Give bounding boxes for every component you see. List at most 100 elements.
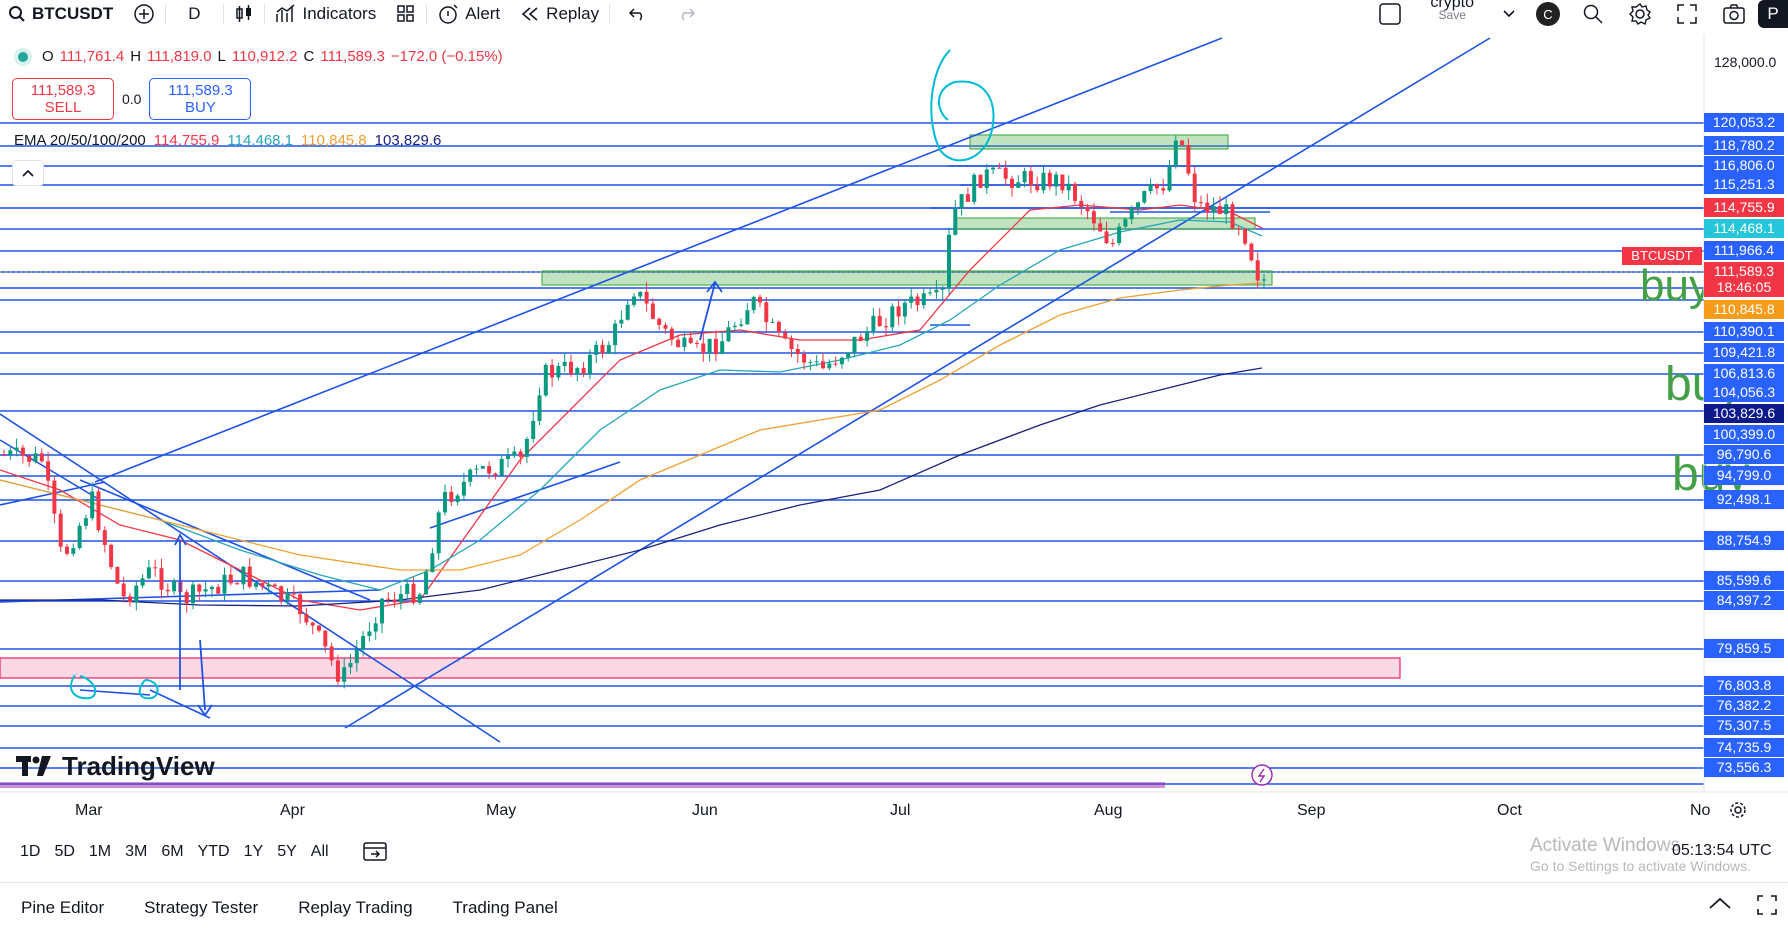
candle-body (556, 365, 561, 378)
candle-body (1010, 178, 1014, 188)
candle-body (1028, 171, 1033, 186)
chevron-up-icon (22, 169, 34, 177)
layout-checkbox[interactable] (1368, 2, 1412, 26)
clock[interactable]: 05:13:54 UTC (1672, 842, 1772, 860)
candle-body (783, 332, 788, 339)
publish-button[interactable]: P (1758, 0, 1788, 28)
tab-trading-panel[interactable]: Trading Panel (453, 898, 558, 918)
candle-body (474, 468, 479, 470)
price-label: 109,421.8 (1704, 343, 1784, 362)
candle-body (1117, 226, 1122, 244)
tab-pine-editor[interactable]: Pine Editor (21, 898, 104, 918)
range-button-ytd[interactable]: YTD (198, 843, 230, 861)
candle-body (1098, 223, 1103, 232)
time-axis[interactable]: Mar Apr May Jun Jul Aug Sep Oct No (0, 798, 1788, 826)
range-button-1m[interactable]: 1M (89, 843, 111, 861)
candle-body (1073, 183, 1077, 201)
indicators-button[interactable]: Indicators (265, 4, 387, 24)
candle-body (1142, 191, 1147, 203)
candle-body (499, 458, 504, 476)
consolidation-zone (954, 217, 1256, 230)
ema-legend[interactable]: EMA 20/50/100/200 114,755.9 114,468.1 11… (14, 132, 441, 149)
compare-button[interactable] (123, 3, 165, 25)
candle-body (550, 364, 555, 378)
high-label: H (130, 48, 142, 65)
price-label: 84,397.2 (1704, 591, 1784, 610)
grid-icon (397, 5, 414, 22)
low-label: L (217, 48, 226, 65)
candle-body (172, 581, 177, 592)
candle-body (128, 596, 132, 603)
trade-buttons: 111,589.3 SELL 0.0 111,589.3 BUY (12, 78, 252, 120)
candle-body (606, 345, 611, 354)
tab-replay-trading[interactable]: Replay Trading (298, 898, 412, 918)
undo-button[interactable] (610, 6, 666, 22)
maximize-panel-button[interactable] (1756, 894, 1778, 921)
buy-label: BUY (185, 99, 216, 116)
candle-body (222, 574, 227, 594)
snapshot-button[interactable] (1710, 3, 1758, 25)
buy-button[interactable]: 111,589.3 BUY (149, 78, 252, 120)
candle-body (342, 667, 347, 682)
candle-body (902, 302, 907, 317)
candle-body (619, 319, 624, 324)
layout-name[interactable]: crypto Save (1412, 0, 1492, 21)
candle-body (865, 331, 870, 341)
goto-date-button[interactable] (362, 840, 388, 867)
sell-button[interactable]: 111,589.3 SELL (12, 78, 114, 120)
sell-price: 111,589.3 (30, 82, 96, 99)
candle-body (96, 491, 101, 531)
candle-body (134, 585, 139, 603)
candles-icon (235, 5, 251, 22)
fullscreen-button[interactable] (1664, 3, 1710, 25)
range-button-5d[interactable]: 5D (54, 843, 74, 861)
range-button-3m[interactable]: 3M (125, 843, 147, 861)
range-button-1y[interactable]: 1Y (244, 843, 264, 861)
indicators-label: Indicators (302, 4, 377, 23)
plus-circle-icon (134, 4, 154, 24)
candle-body (947, 234, 951, 289)
demand-zone (541, 270, 1273, 286)
tab-strategy-tester[interactable]: Strategy Tester (144, 898, 258, 918)
price-label: 79,859.5 (1704, 639, 1784, 658)
collapse-panel-button[interactable] (1708, 896, 1732, 915)
templates-button[interactable] (386, 4, 426, 24)
candle-body (46, 461, 51, 481)
candle-body (972, 174, 977, 202)
collapse-legend-button[interactable] (12, 160, 44, 186)
candle-body (676, 339, 681, 347)
candle-body (884, 326, 888, 328)
range-toolbar: 1D 5D 1M 3M 6M YTD 1Y 5Y All (0, 830, 1788, 874)
candle-body (802, 353, 807, 363)
candle-body (380, 598, 384, 624)
market-status-dot (18, 51, 28, 62)
range-button-6m[interactable]: 6M (161, 843, 183, 861)
range-button-1d[interactable]: 1D (20, 843, 40, 861)
interval-button[interactable]: D (166, 4, 222, 24)
bottom-panel-tabs: Pine Editor Strategy Tester Replay Trading… (0, 882, 1788, 932)
price-chart[interactable]: buybuybuy (0, 34, 1788, 804)
price-label: 120,053.2 (1704, 113, 1784, 132)
candle-body (58, 513, 63, 547)
top-toolbar: BTCUSDT D Indicators Alert Replay crypto… (0, 0, 1788, 28)
alert-button[interactable]: Alert (427, 3, 510, 25)
user-avatar[interactable]: C (1526, 2, 1570, 26)
symbol-search[interactable]: BTCUSDT (0, 4, 123, 24)
redo-button[interactable] (666, 6, 706, 22)
layout-menu-button[interactable] (1492, 9, 1526, 19)
scale-settings-button[interactable] (1728, 800, 1748, 825)
candle-body (266, 584, 271, 587)
price-label: 110,845.8 (1704, 300, 1784, 319)
candle-body (1262, 279, 1266, 281)
candle-body (1192, 173, 1197, 203)
layout-square-icon (1379, 3, 1402, 25)
range-button-all[interactable]: All (311, 843, 329, 861)
range-button-5y[interactable]: 5Y (277, 843, 297, 861)
chart-type-button[interactable] (224, 4, 264, 24)
candle-body (146, 567, 151, 579)
settings-button[interactable] (1616, 2, 1664, 26)
replay-button[interactable]: Replay (510, 4, 609, 24)
candle-body (1003, 167, 1008, 179)
candle-body (468, 469, 473, 482)
quick-search-button[interactable] (1570, 3, 1616, 25)
